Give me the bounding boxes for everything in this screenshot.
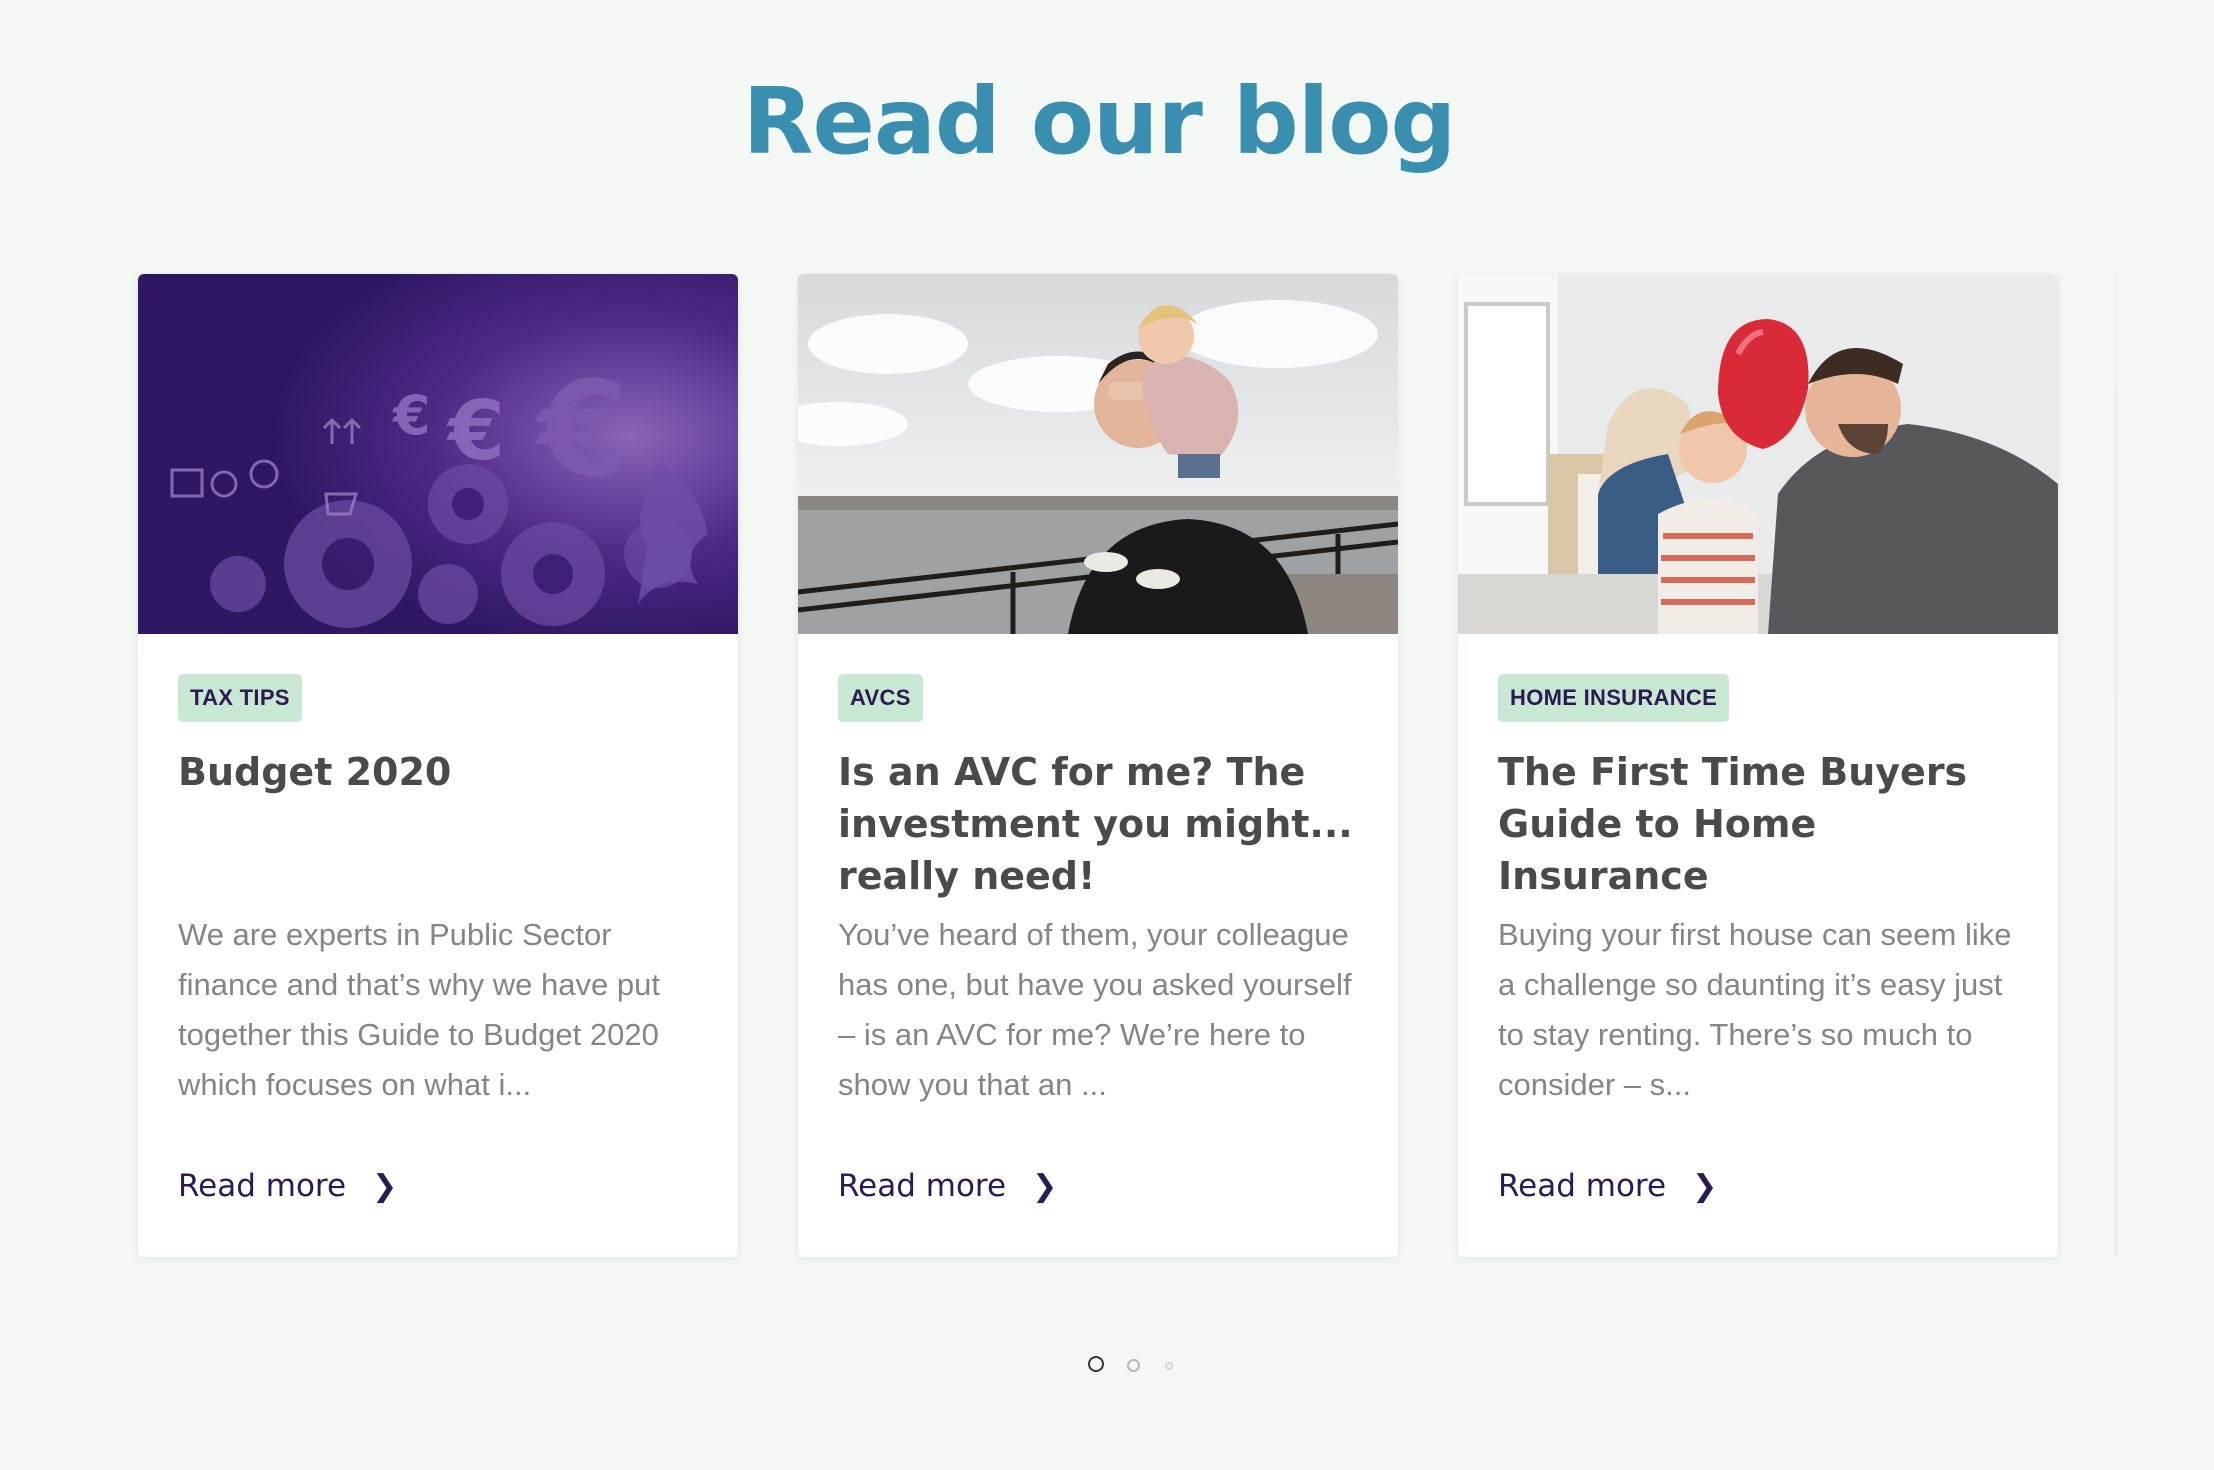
svg-text:€: € xyxy=(446,384,505,479)
carousel-dot-2[interactable] xyxy=(1127,1359,1140,1372)
carousel-pagination xyxy=(0,1354,2214,1376)
post-excerpt: You’ve heard of them, your colleague has… xyxy=(838,917,1352,1102)
post-excerpt: Buying your first house can seem like a … xyxy=(1498,917,2012,1102)
family-balloon-photo-image xyxy=(1458,274,2058,634)
next-card-edge xyxy=(2114,274,2118,1257)
chevron-right-icon: ❯ xyxy=(1032,1168,1058,1204)
post-excerpt: We are experts in Public Sector finance … xyxy=(178,917,660,1102)
blog-card-image[interactable]: € € € xyxy=(138,274,738,634)
chevron-right-icon: ❯ xyxy=(1692,1168,1718,1204)
blog-card-image[interactable] xyxy=(1458,274,2058,634)
chevron-right-icon: ❯ xyxy=(372,1168,398,1204)
read-more-link[interactable]: Read more ❯ xyxy=(178,1168,397,1204)
finance-illustration-image: € € € xyxy=(138,274,738,634)
svg-text:€: € xyxy=(391,384,431,447)
post-title[interactable]: Is an AVC for me? The investment you mig… xyxy=(838,746,1368,902)
blog-card-image[interactable] xyxy=(798,274,1398,634)
read-more-link[interactable]: Read more ❯ xyxy=(1498,1168,1717,1204)
category-tag[interactable]: AVCS xyxy=(838,674,923,722)
post-title[interactable]: Budget 2020 xyxy=(178,746,708,798)
waterfront-photo-image xyxy=(798,274,1398,634)
post-title[interactable]: The First Time Buyers Guide to Home Insu… xyxy=(1498,746,2028,902)
read-more-label: Read more xyxy=(838,1168,1007,1204)
carousel-dot-3[interactable] xyxy=(1165,1362,1173,1370)
category-tag[interactable]: HOME INSURANCE xyxy=(1498,674,1730,722)
read-more-link[interactable]: Read more ❯ xyxy=(838,1168,1057,1204)
read-more-label: Read more xyxy=(1498,1168,1667,1204)
blog-card-budget-2020[interactable]: € € € TAX TIPS Budget 2020 We are expert… xyxy=(138,274,738,1257)
carousel-dot-1[interactable] xyxy=(1088,1356,1104,1372)
blog-card-home-insurance[interactable]: HOME INSURANCE The First Time Buyers Gui… xyxy=(1458,274,2058,1257)
category-tag[interactable]: TAX TIPS xyxy=(178,674,302,722)
svg-text:€: € xyxy=(535,353,628,505)
section-heading: Read our blog xyxy=(742,68,1457,175)
blog-card-avc[interactable]: AVCS Is an AVC for me? The investment yo… xyxy=(798,274,1398,1257)
read-more-label: Read more xyxy=(178,1168,347,1204)
